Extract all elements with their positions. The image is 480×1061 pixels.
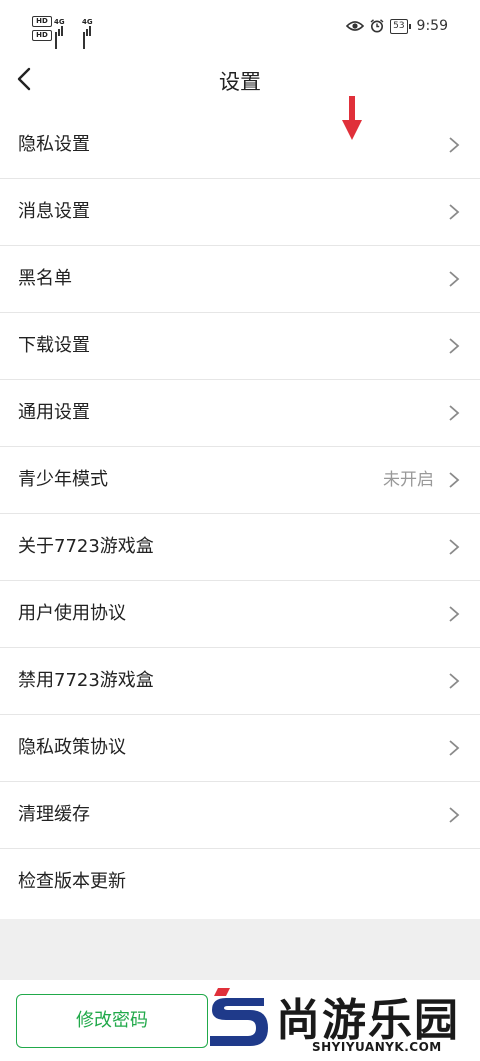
alarm-icon [370,19,384,33]
watermark: 尚游乐园 SHYIYUANYK.COM [200,980,480,1061]
teen-mode-status: 未开启 [383,470,434,490]
menu-item-label: 用户使用协议 [18,603,126,624]
menu-item-teen-mode[interactable]: 青少年模式 未开启 [0,447,480,514]
menu-item-label: 通用设置 [18,402,90,423]
watermark-url: SHYIYUANYK.COM [312,1040,442,1054]
annotation-arrow-icon [342,96,362,140]
page-title: 设置 [219,70,261,94]
status-bar: HD HD 4G 4G 53 9:59 [0,0,480,56]
bottom-bar: 修改密码 尚游乐园 SHYIYUANYK.COM [0,980,480,1061]
chevron-right-icon [449,338,460,354]
watermark-logo-icon [210,988,268,1046]
signal-icon-2: 4G [82,18,93,49]
menu-item-privacy-policy[interactable]: 隐私政策协议 [0,715,480,782]
hd-badge-1: HD [32,16,52,27]
signal-icon-1: 4G [54,18,65,49]
menu-item-download-settings[interactable]: 下载设置 [0,313,480,380]
menu-item-blacklist[interactable]: 黑名单 [0,246,480,313]
header: 设置 [0,56,480,112]
watermark-name: 尚游乐园 [276,995,460,1046]
chevron-right-icon [449,204,460,220]
menu-item-label: 黑名单 [18,268,72,289]
clock: 9:59 [416,18,448,34]
eye-icon [346,21,365,31]
menu-item-label: 隐私政策协议 [18,737,126,758]
chevron-right-icon [449,539,460,555]
chevron-right-icon [449,606,460,622]
status-right: 53 9:59 [346,18,448,34]
chevron-right-icon [449,472,460,488]
network-indicators: HD HD 4G 4G [32,16,93,49]
menu-item-message-settings[interactable]: 消息设置 [0,179,480,246]
change-password-button[interactable]: 修改密码 [16,994,208,1048]
network-type-1: 4G [54,18,65,26]
chevron-right-icon [449,405,460,421]
battery-icon: 53 [390,18,412,34]
menu-item-label: 检查版本更新 [18,871,126,892]
hd-badge-2: HD [32,30,52,41]
menu-item-label: 消息设置 [18,201,90,222]
menu-item-label: 禁用7723游戏盒 [18,670,154,691]
menu-item-label: 清理缓存 [18,804,90,825]
menu-item-user-agreement[interactable]: 用户使用协议 [0,581,480,648]
menu-item-label: 关于7723游戏盒 [18,536,154,557]
chevron-right-icon [449,271,460,287]
menu-item-check-update[interactable]: 检查版本更新 [0,849,480,919]
menu-item-privacy-settings[interactable]: 隐私设置 [0,112,480,179]
settings-list: 隐私设置 消息设置 黑名单 下载设置 通用设置 青少年模式 未开启 关于7723… [0,112,480,919]
menu-item-disable-app[interactable]: 禁用7723游戏盒 [0,648,480,715]
menu-item-clear-cache[interactable]: 清理缓存 [0,782,480,849]
chevron-right-icon [449,673,460,689]
chevron-right-icon [449,807,460,823]
menu-item-about[interactable]: 关于7723游戏盒 [0,514,480,581]
chevron-right-icon [449,740,460,756]
menu-item-general-settings[interactable]: 通用设置 [0,380,480,447]
network-type-2: 4G [82,18,93,26]
menu-item-label: 青少年模式 [18,469,108,490]
menu-item-label: 隐私设置 [18,134,90,155]
menu-item-label: 下载设置 [18,335,90,356]
chevron-right-icon [449,137,460,153]
